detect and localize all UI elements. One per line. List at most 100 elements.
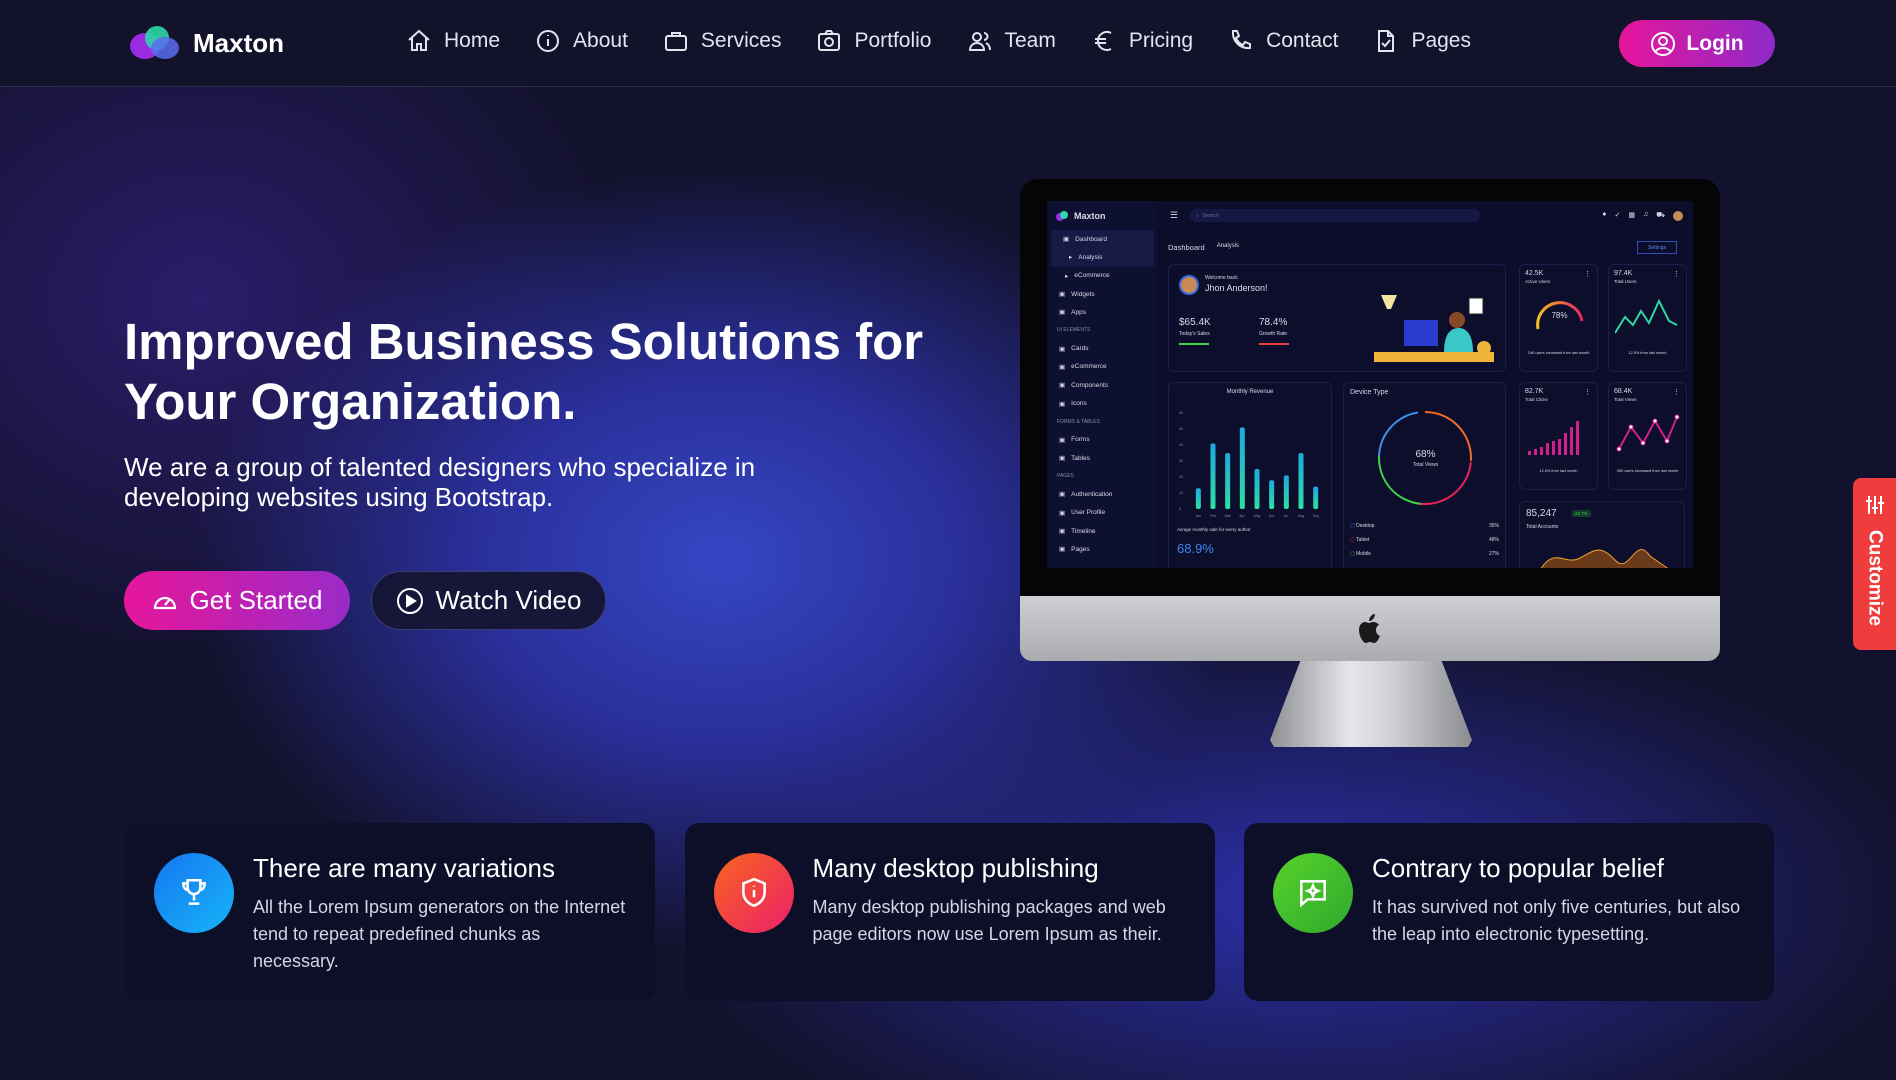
info-icon	[537, 30, 560, 52]
stat-card-total-clicks: 82.7K Total Clicks ⋮ 12.5% from last month	[1519, 382, 1598, 490]
card-title: Device Type	[1350, 389, 1389, 396]
nav-item-home[interactable]: Home	[406, 28, 500, 54]
login-label: Login	[1686, 31, 1744, 55]
more-icon: ⋮	[1584, 389, 1591, 396]
device-icon: ▢	[1350, 551, 1355, 557]
watch-video-button[interactable]: Watch Video	[371, 571, 606, 630]
welcome-name: Jhon Anderson!	[1205, 283, 1268, 293]
dashboard-sidebar-item: ▣ Tables	[1047, 449, 1158, 467]
menu-icon: ▣	[1059, 491, 1066, 499]
search-placeholder: Search	[1202, 212, 1219, 219]
stat-value: 82.7K	[1525, 388, 1544, 395]
menu-icon: ▣	[1059, 546, 1066, 554]
bell-icon: ♫	[1642, 210, 1649, 218]
illustration-desk	[1374, 295, 1494, 362]
dashboard-sidebar: Maxton ▣ Dashboard ▸ Analysis ▸ eCommerce ▣ Wid…	[1047, 201, 1158, 568]
revenue-bar	[1313, 486, 1319, 509]
y-tick-label: 30	[1179, 459, 1183, 463]
bar-chart	[1528, 421, 1579, 455]
sales-value: $65.4K	[1179, 317, 1211, 328]
monthly-revenue-chart: 0 10 20 30 40 50 60 Jan Feb Mar Apr May Jun Jul Aug Sep	[1179, 411, 1319, 518]
nav-item-portfolio[interactable]: Portfolio	[816, 28, 932, 54]
dashboard-breadcrumb: Dashboard Analysis	[1168, 243, 1239, 252]
dashboard-sidebar-item: ▣ Widgets	[1047, 285, 1158, 303]
check-icon: ✓	[1614, 211, 1621, 219]
get-started-label: Get Started	[189, 585, 323, 615]
y-tick-label: 10	[1179, 491, 1183, 495]
dashboard-sidebar-item: ▣ Authentication	[1047, 485, 1158, 503]
revenue-bar	[1283, 475, 1289, 509]
brand-logo[interactable]: Maxton	[127, 24, 284, 62]
stat-card-total-users: 97.4K Total Users ⋮ 12.5% from last month	[1608, 264, 1687, 372]
login-button[interactable]: Login	[1619, 20, 1775, 67]
sidebar-item-label: Icons	[1071, 400, 1087, 408]
revenue-bar	[1298, 453, 1304, 509]
x-tick-label: Apr	[1239, 514, 1245, 518]
dashboard-sidebar-item: ▣ Forms	[1047, 431, 1158, 449]
stat-note: 24K users increased from last month	[1527, 351, 1590, 355]
dashboard-sidebar-item: ▣ User Profile	[1047, 504, 1158, 522]
nav-item-contact[interactable]: Contact	[1228, 28, 1338, 54]
line-chart	[1616, 414, 1680, 452]
nav-item-pages[interactable]: Pages	[1373, 28, 1471, 54]
search-icon: ⌕	[1196, 212, 1199, 219]
y-tick-label: 0	[1179, 507, 1181, 511]
hero-subtitle: We are a group of talented designers who…	[124, 452, 756, 512]
menu-icon: ▣	[1059, 382, 1066, 390]
feature-title: Many desktop publishing	[812, 853, 1099, 883]
sidebar-item-label: Cards	[1071, 345, 1089, 353]
sidebar-item-label: eCommerce	[1074, 272, 1110, 280]
nav-item-team[interactable]: Team	[967, 28, 1056, 54]
dashboard-brand: Maxton	[1074, 210, 1106, 221]
growth-label: Growth Rate	[1259, 331, 1288, 337]
euro-icon	[1094, 31, 1112, 51]
donut-center-value: 68%	[1415, 449, 1436, 460]
x-tick-label: Sep	[1313, 514, 1319, 518]
dashboard-sidebar-item: ▣ eCommerce	[1047, 358, 1158, 376]
menu-icon: ▣	[1063, 236, 1070, 244]
welcome-card: Welcome back Jhon Anderson! $65.4K Today…	[1168, 264, 1506, 372]
stat-label: Total Users	[1614, 279, 1637, 284]
feature-text: Many desktop publishing packages and web…	[812, 897, 1166, 944]
feature-card: There are many variations All the Lorem I…	[125, 823, 655, 1001]
accounts-area-chart	[1540, 549, 1669, 568]
y-tick-label: 60	[1179, 411, 1183, 415]
sidebar-item-label: eCommerce	[1071, 363, 1107, 371]
dashboard-topbar: ☰ ⌕ Search ● ✓ ▦ ♫ ⛟	[1158, 201, 1693, 230]
growth-value: 78.4%	[1259, 317, 1288, 328]
dashboard-sidebar-item: ▣ Icons	[1047, 394, 1158, 412]
apple-logo-icon	[1359, 613, 1380, 643]
nav-item-label: Services	[700, 29, 782, 52]
nav-item-pricing[interactable]: Pricing	[1091, 28, 1193, 54]
sales-label: Today's Sales	[1179, 331, 1210, 337]
y-tick-label: 40	[1179, 443, 1183, 447]
nav-item-services[interactable]: Services	[663, 28, 782, 54]
customize-tab[interactable]: Customize	[1853, 478, 1896, 650]
shield-icon	[713, 853, 794, 933]
file-check-icon	[1378, 30, 1395, 52]
nav-item-label: Team	[1004, 29, 1056, 52]
cart-icon: ⛟	[1656, 211, 1665, 219]
nav-item-about[interactable]: About	[535, 28, 628, 54]
menu-icon: ▣	[1059, 345, 1066, 353]
sidebar-item-label: Widgets	[1071, 290, 1095, 298]
get-started-button[interactable]: Get Started	[124, 571, 350, 630]
logo-icon	[1056, 210, 1068, 221]
dashboard-sidebar-item: ▣ Apps	[1047, 303, 1158, 321]
x-tick-label: Jul	[1283, 514, 1288, 518]
breadcrumb-item: Analysis	[1216, 243, 1240, 249]
feature-card: Contrary to popular belief It has survive…	[1244, 823, 1774, 1001]
feature-title: There are many variations	[253, 853, 556, 883]
x-tick-label: Jun	[1269, 514, 1275, 518]
chat-icon	[1273, 853, 1353, 933]
caret-icon: ▸	[1069, 254, 1073, 262]
revenue-bar	[1210, 443, 1216, 509]
apps-icon: ▦	[1628, 211, 1635, 219]
menu-icon: ▣	[1059, 528, 1066, 535]
x-tick-label: Jan	[1195, 514, 1201, 518]
monitor-chin	[1020, 596, 1720, 661]
device-icon: ▢	[1350, 537, 1355, 543]
feature-title: Contrary to popular belief	[1372, 853, 1664, 883]
feature-text: All the Lorem Ipsum generators on the In…	[253, 897, 626, 971]
device-label: Mobile	[1356, 551, 1371, 557]
